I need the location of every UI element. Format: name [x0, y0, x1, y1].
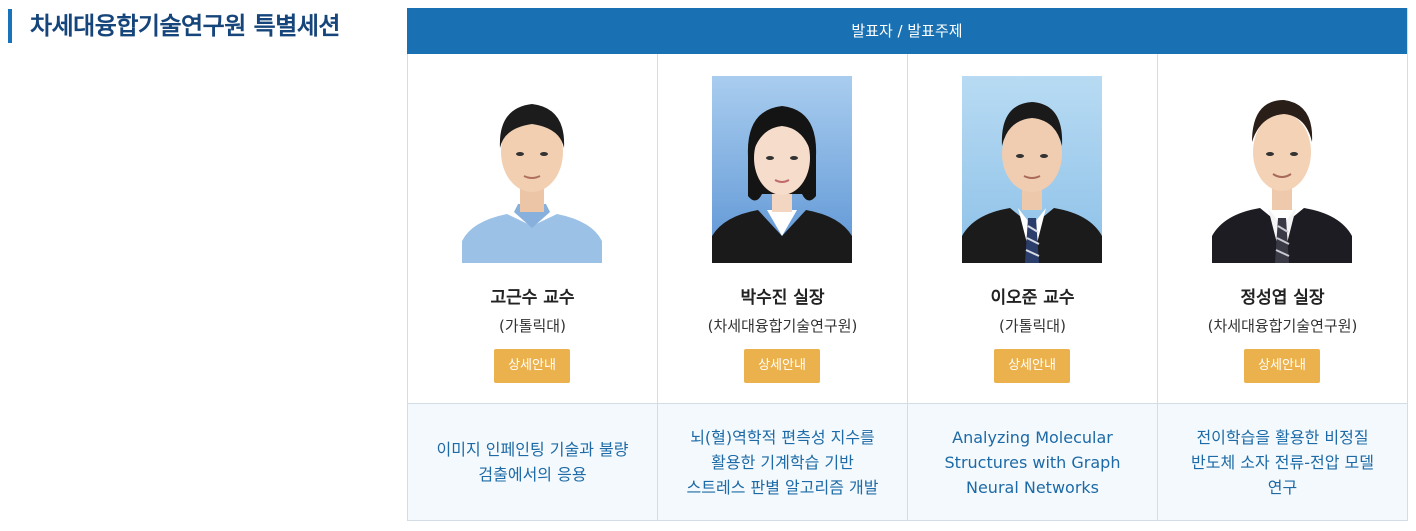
- topic-line: 검출에서의 응용: [478, 465, 587, 484]
- topic-line: 반도체 소자 전류-전압 모델: [1191, 452, 1374, 472]
- topic-line: 스트레스 판별 알고리즘 개발: [686, 477, 879, 497]
- topic-cell: Analyzing Molecular Structures with Grap…: [907, 403, 1157, 520]
- topic-line: Neural Networks: [965, 477, 1099, 497]
- presenter-affiliation: (차세대융합기술연구원): [707, 317, 858, 335]
- presenter-affiliation: (차세대융합기술연구원): [1207, 317, 1358, 335]
- presenter-affiliation: (가톨릭대): [499, 317, 566, 335]
- section-title: 차세대융합기술연구원 특별세션: [8, 9, 340, 43]
- presenter-photo: [962, 76, 1102, 263]
- presentation-topic: 전이학습을 활용한 비정질 반도체 소자 전류-전압 모델 연구: [1178, 425, 1388, 500]
- presenter-cell: 정성엽 실장 (차세대융합기술연구원) 상세안내: [1157, 54, 1407, 403]
- presentation-topic: Analyzing Molecular Structures with Grap…: [928, 425, 1138, 500]
- topic-line: Structures with Graph: [944, 452, 1121, 472]
- presenter-name: 이오준 교수: [990, 288, 1075, 308]
- presenter-affiliation: (가톨릭대): [999, 317, 1066, 335]
- detail-button[interactable]: 상세안내: [744, 349, 820, 383]
- topic-cell: 전이학습을 활용한 비정질 반도체 소자 전류-전압 모델 연구: [1157, 403, 1407, 520]
- topic-cell: 뇌(혈)역학적 편측성 지수를 활용한 기계학습 기반 스트레스 판별 알고리즘…: [657, 403, 907, 520]
- topic-line: 뇌(혈)역학적 편측성 지수를: [690, 427, 875, 447]
- presenter-photo: [712, 76, 852, 263]
- presenter-cell: 박수진 실장 (차세대융합기술연구원) 상세안내: [657, 54, 907, 403]
- topic-line: 연구: [1267, 477, 1298, 497]
- topic-cell: 이미지 인페인팅 기술과 불량 검출에서의 응용: [407, 403, 657, 520]
- detail-button[interactable]: 상세안내: [994, 349, 1070, 383]
- detail-button[interactable]: 상세안내: [494, 349, 570, 383]
- topic-line: 활용한 기계학습 기반: [711, 452, 854, 472]
- presenter-photo: [462, 76, 602, 263]
- topic-line: 이미지 인페인팅 기술과 불량: [436, 440, 629, 459]
- presenter-photo: [1212, 76, 1352, 263]
- table-header: 발표자 / 발표주제: [407, 8, 1407, 54]
- presenter-name: 정성엽 실장: [1240, 288, 1325, 308]
- detail-button[interactable]: 상세안내: [1244, 349, 1320, 383]
- presenter-name: 박수진 실장: [740, 288, 825, 308]
- presenter-table: 발표자 / 발표주제 고근수 교수 (가톨릭대) 상세안내 박수진 실장 (차세…: [407, 8, 1408, 521]
- presenter-name: 고근수 교수: [490, 288, 575, 308]
- presenter-cell: 고근수 교수 (가톨릭대) 상세안내: [407, 54, 657, 403]
- presentation-topic: 이미지 인페인팅 기술과 불량 검출에서의 응용: [428, 437, 638, 487]
- presenter-row: 고근수 교수 (가톨릭대) 상세안내 박수진 실장 (차세대융합기술연구원) 상…: [407, 54, 1407, 403]
- topic-line: Analyzing Molecular: [952, 427, 1113, 447]
- presenter-cell: 이오준 교수 (가톨릭대) 상세안내: [907, 54, 1157, 403]
- presentation-topic: 뇌(혈)역학적 편측성 지수를 활용한 기계학습 기반 스트레스 판별 알고리즘…: [678, 425, 888, 500]
- topic-line: 전이학습을 활용한 비정질: [1196, 427, 1369, 447]
- topic-row: 이미지 인페인팅 기술과 불량 검출에서의 응용 뇌(혈)역학적 편측성 지수를…: [407, 403, 1407, 520]
